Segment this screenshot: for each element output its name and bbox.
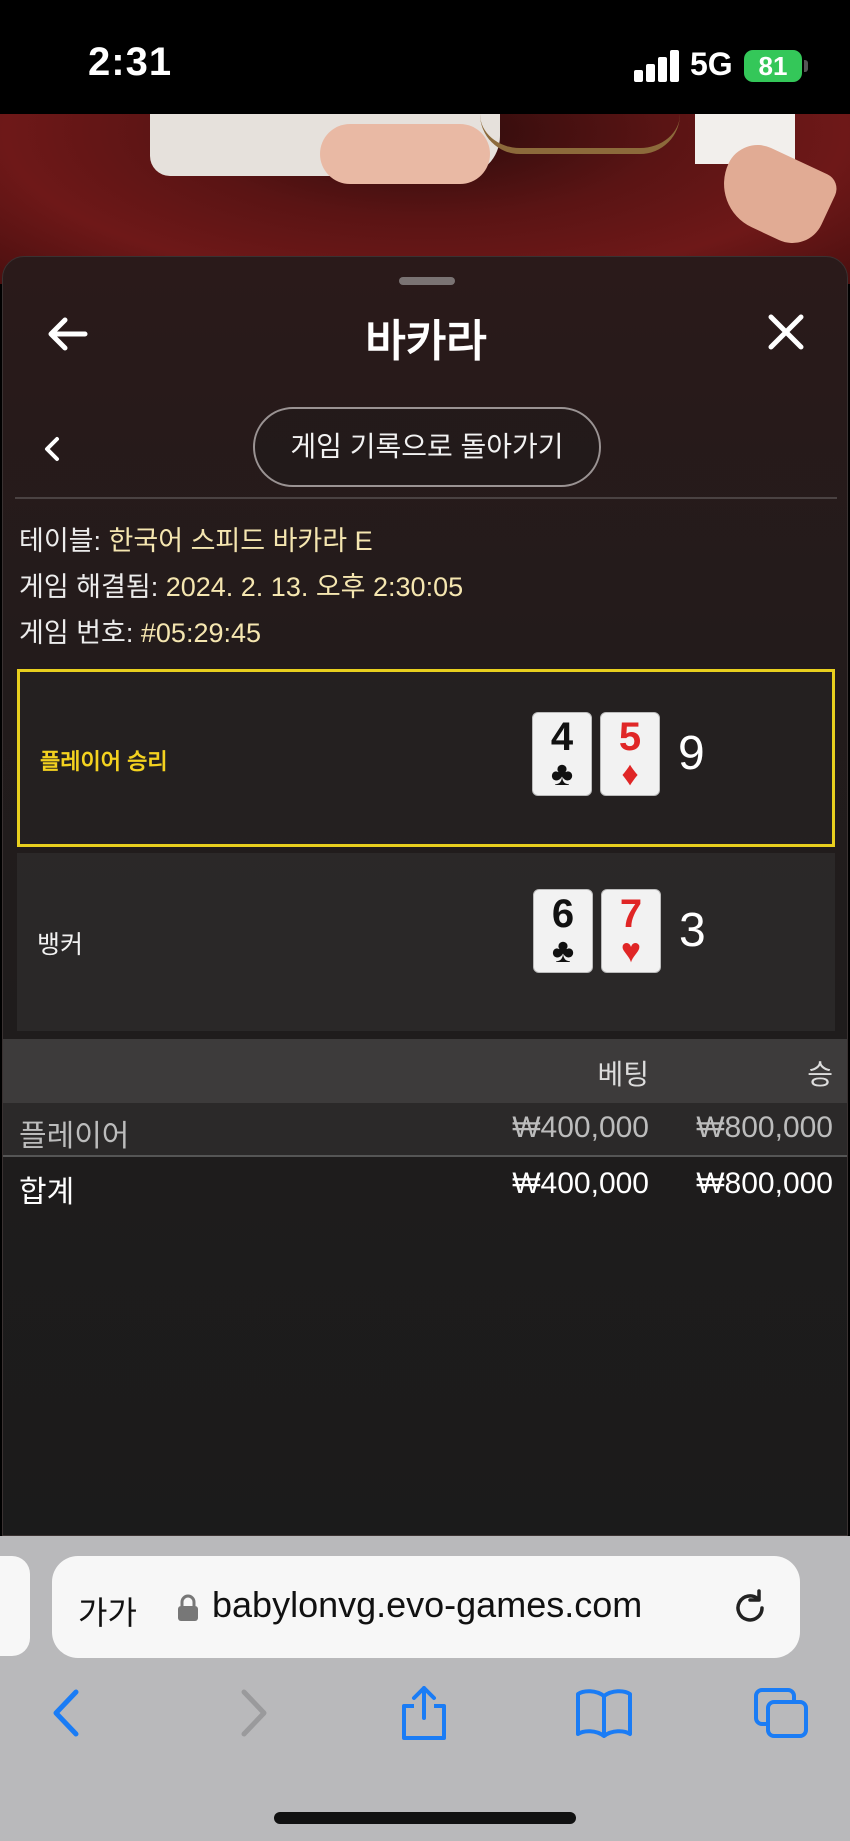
- table-row-total: 합계 ₩400,000 ₩800,000: [3, 1159, 847, 1213]
- signal-icon: [634, 50, 680, 82]
- game-number-info: 게임 번호: #05:29:45: [19, 611, 261, 650]
- reload-icon[interactable]: [728, 1586, 772, 1630]
- resolved-label: 게임 해결됨:: [19, 572, 159, 602]
- resolved-info: 게임 해결됨: 2024. 2. 13. 오후 2:30:05: [19, 565, 463, 604]
- card-rank: 5: [618, 715, 642, 759]
- club-suit-icon: ♣: [551, 932, 575, 970]
- table-edge: [480, 114, 680, 154]
- browser-forward-icon[interactable]: [220, 1686, 280, 1740]
- chevron-left-icon[interactable]: [37, 429, 67, 469]
- status-bar: 2:31 5G 81: [0, 0, 850, 114]
- battery-icon: 81: [744, 50, 802, 82]
- player-card-2: 5 ♦: [600, 712, 660, 796]
- tabs-icon[interactable]: [752, 1686, 812, 1740]
- status-time: 2:31: [88, 40, 173, 84]
- win-amount: ₩800,000: [696, 1111, 833, 1144]
- resolved-value: 2024. 2. 13. 오후 2:30:05: [165, 572, 464, 602]
- lock-icon: [176, 1594, 200, 1622]
- card-rank: 6: [551, 892, 575, 936]
- total-name: 합계: [19, 1176, 75, 1209]
- bet-amount: ₩400,000: [512, 1111, 649, 1144]
- game-history-panel: 바카라 게임 기록으로 돌아가기 테이블: 한국어 스피드 바카라 E 게임 해…: [2, 256, 848, 1536]
- divider: [15, 497, 837, 499]
- total-win-amount: ₩800,000: [696, 1167, 833, 1200]
- player-result-label: 플레이어 승리: [40, 749, 168, 774]
- table-value: 한국어 스피드 바카라 E: [108, 526, 373, 556]
- back-to-history-button[interactable]: 게임 기록으로 돌아가기: [253, 407, 601, 487]
- player-card-1: 4 ♣: [532, 712, 592, 796]
- battery-tip: [804, 60, 808, 72]
- browser-toolbar: 가가 babylonvg.evo-games.com: [0, 1536, 850, 1841]
- banker-result: 뱅커 6 ♣ 7 ♥ 3: [17, 853, 835, 1031]
- close-icon[interactable]: [761, 307, 811, 357]
- heart-suit-icon: ♥: [620, 932, 642, 970]
- table-info: 테이블: 한국어 스피드 바카라 E: [19, 519, 373, 558]
- total-bet-amount: ₩400,000: [512, 1167, 649, 1200]
- player-score: 9: [678, 727, 705, 780]
- banker-score: 3: [679, 904, 706, 957]
- panel-title: 바카라: [365, 317, 487, 366]
- player-result: 플레이어 승리 4 ♣ 5 ♦ 9: [17, 669, 835, 847]
- previous-tab-preview[interactable]: [0, 1556, 30, 1656]
- address-bar[interactable]: 가가 babylonvg.evo-games.com: [52, 1556, 800, 1658]
- bets-table-header: 베팅 승: [3, 1039, 847, 1103]
- card-rank: 4: [550, 715, 574, 759]
- share-icon[interactable]: [394, 1686, 454, 1740]
- game-number-value: #05:29:45: [140, 618, 262, 648]
- browser-back-icon[interactable]: [40, 1686, 100, 1740]
- table-row: 플레이어 ₩400,000 ₩800,000: [3, 1103, 847, 1157]
- card-rank: 7: [619, 892, 643, 936]
- banker-result-label: 뱅커: [37, 931, 84, 959]
- game-number-label: 게임 번호:: [19, 618, 134, 648]
- network-type: 5G: [690, 46, 733, 82]
- bookmarks-icon[interactable]: [574, 1686, 634, 1740]
- drag-handle[interactable]: [399, 277, 455, 285]
- win-column-header: 승: [807, 1059, 833, 1090]
- bet-column-header: 베팅: [597, 1059, 649, 1090]
- text-size-button[interactable]: 가가: [78, 1588, 137, 1634]
- diamond-suit-icon: ♦: [621, 755, 639, 793]
- bet-name: 플레이어: [19, 1120, 130, 1153]
- banker-card-1: 6 ♣: [533, 889, 593, 973]
- club-suit-icon: ♣: [550, 755, 574, 793]
- dealer-hand: [320, 124, 490, 184]
- url-text[interactable]: babylonvg.evo-games.com: [212, 1584, 642, 1626]
- table-label: 테이블:: [19, 526, 102, 556]
- home-indicator: [274, 1812, 576, 1824]
- banker-card-2: 7 ♥: [601, 889, 661, 973]
